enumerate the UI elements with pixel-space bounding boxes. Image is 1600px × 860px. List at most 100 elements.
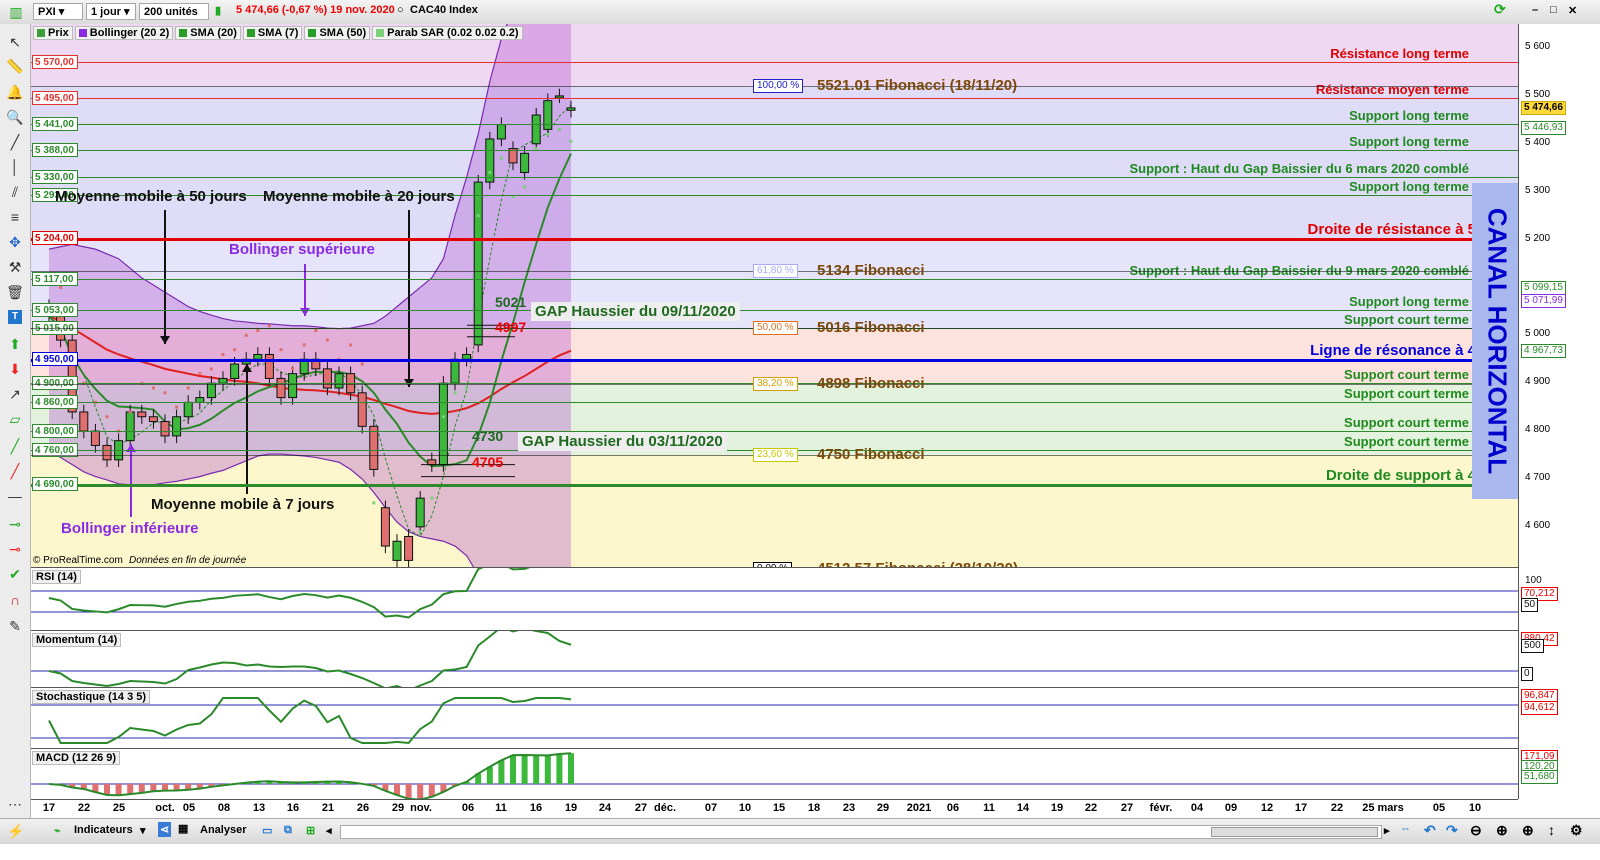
legend-item[interactable]: Prix [33, 26, 73, 40]
instrument-radio-icon[interactable]: ○ [397, 4, 404, 16]
top-toolbar: ▥ PXI ▾ 1 jour ▾ 200 unités ▾ ▮ 5 474,66… [0, 0, 1600, 35]
indicators-dropdown-icon[interactable]: ▾ [140, 824, 146, 837]
price-axis[interactable]: 5 6005 5005 4005 3005 2005 1005 0004 900… [1518, 24, 1600, 799]
macd-histogram-bar [533, 755, 540, 784]
support-line-icon[interactable]: ⊸ [5, 514, 25, 534]
symbol-select[interactable]: PXI ▾ [33, 3, 83, 20]
more-tools-icon[interactable]: ⋯ [5, 794, 25, 814]
time-tick: 25 [112, 802, 126, 814]
candle-body [172, 416, 182, 437]
scale-icon[interactable]: ↕ [1548, 822, 1555, 838]
candle-body [206, 382, 216, 399]
rsi-panel[interactable]: RSI (14) [31, 562, 1518, 625]
check-icon[interactable]: ✔ [5, 564, 25, 584]
rectangle-icon[interactable]: ▱ [5, 409, 25, 429]
scrollbar-thumb[interactable] [1211, 827, 1378, 837]
legend-item[interactable]: SMA (7) [242, 26, 303, 40]
cursor-icon[interactable]: ↖ [5, 32, 25, 52]
zoom-out-icon[interactable]: ⊖ [1470, 822, 1482, 839]
analyse-button[interactable]: Analyser [200, 824, 246, 836]
fibonacci-icon[interactable]: ≡ [5, 207, 25, 227]
price-tick: 5 300 [1525, 184, 1551, 196]
time-axis[interactable]: 17 22 25 oct. 05 08 13 16 21 26 29 nov. 06 11 16 19 24 27… [31, 799, 1518, 819]
scroll-right-icon[interactable]: ▸ [1384, 824, 1390, 837]
time-tick: 2021 [906, 802, 932, 814]
level-price-label: 5 570,00 [32, 55, 78, 70]
level-text: Support : Haut du Gap Baissier du 6 mars… [1129, 161, 1469, 177]
instrument-name: CAC40 Index [410, 4, 478, 16]
indicators-button[interactable]: Indicateurs [74, 824, 133, 836]
red-line-icon[interactable]: ╱ [5, 461, 25, 481]
vertical-line-icon[interactable]: │ [5, 157, 25, 177]
horizontal-line-icon[interactable]: — [5, 486, 25, 506]
arrow-down-icon[interactable]: ⬇ [5, 359, 25, 379]
green-line-icon[interactable]: ╱ [5, 436, 25, 456]
legend-item[interactable]: SMA (20) [175, 26, 241, 40]
macd-title: MACD (12 26 9) [32, 751, 121, 765]
magnet-icon[interactable]: ∩ [5, 590, 25, 610]
zoom-reset-icon[interactable]: ⊕ [1496, 822, 1508, 839]
gap2-bottom-value: 4705 [472, 454, 504, 470]
maximize-icon[interactable]: □ [1550, 4, 1557, 16]
chart-tools-icon[interactable]: ⚡ [6, 821, 26, 841]
arrow-line-icon[interactable]: ↗ [5, 384, 25, 404]
pen-icon[interactable]: ✎ [5, 616, 25, 636]
trash-icon[interactable]: 🗑 [5, 282, 25, 302]
zoom-in-icon[interactable]: ⊕ [1522, 822, 1534, 839]
price-chart[interactable]: 5 570,00 Résistance long terme 5 495,00 Rés… [31, 24, 1549, 580]
trendline-icon[interactable]: ╱ [5, 132, 25, 152]
screen-icon[interactable]: ▭ [262, 824, 272, 837]
close-icon[interactable]: ✕ [1568, 4, 1577, 17]
fit-icon[interactable]: ⇔ [1400, 823, 1411, 835]
sar-dot [128, 410, 132, 414]
ruler-icon[interactable]: 📏 [5, 56, 25, 76]
legend-swatch [179, 29, 188, 38]
redo-icon[interactable]: ↷ [1446, 822, 1458, 839]
minimize-icon[interactable]: – [1532, 4, 1538, 16]
level-line [31, 177, 1549, 179]
undo-icon[interactable]: ↶ [1424, 822, 1436, 839]
candle-body [288, 373, 298, 399]
text-icon[interactable]: T [8, 310, 22, 324]
price-info: 5 474,66 (-0,67 %) 19 nov. 2020 [236, 4, 395, 16]
gap1-top-value: 5021 [495, 294, 527, 310]
sar-dot [256, 329, 260, 333]
zoom-icon[interactable]: 🔍 [5, 107, 25, 127]
time-tick: 19 [564, 802, 578, 814]
candle-body [90, 430, 100, 446]
bottom-toolbar: ⚡ ⌁ Indicateurs ▾ ⋖ ▦ Analyser ▭ ⧉ ⊞ ◂ ▸… [0, 818, 1600, 844]
sar-dot [244, 333, 248, 337]
legend-item[interactable]: SMA (50) [304, 26, 371, 40]
settings-icon[interactable]: ⚙ [1570, 822, 1583, 839]
horizontal-scrollbar[interactable] [340, 825, 1382, 839]
level-line [31, 431, 1549, 433]
move-icon[interactable]: ✥ [5, 232, 25, 252]
resistance-line-icon[interactable]: ⊸ [5, 539, 25, 559]
level-price-label: 5 388,00 [32, 142, 78, 157]
legend-item[interactable]: Bollinger (20 2) [74, 26, 174, 40]
legend-item[interactable]: Parab SAR (0.02 0.02 0.2) [372, 26, 523, 40]
compare-icon[interactable]: ⧉ [284, 824, 292, 837]
share-icon[interactable]: ⋖ [158, 822, 172, 837]
period-select[interactable]: 1 jour ▾ [86, 3, 136, 20]
units-select[interactable]: 200 unités ▾ [139, 3, 209, 35]
sar-dot [105, 415, 109, 419]
channel-icon[interactable]: ⫽ [5, 182, 25, 202]
alert-bell-icon[interactable]: 🔔 [5, 82, 25, 102]
price-badge: 5 446,93 [1521, 121, 1566, 136]
macd-histogram-bar [405, 784, 412, 799]
macd-histogram-bar [544, 755, 551, 784]
pitchfork-icon[interactable]: ⚒ [5, 257, 25, 277]
chart-type-icon[interactable]: ▥ [6, 2, 26, 22]
gap1-bottom-value: 4997 [495, 319, 527, 335]
scroll-left-icon[interactable]: ◂ [326, 824, 332, 837]
time-tick: 16 [529, 802, 543, 814]
stochastic-panel[interactable]: Stochastique (14 3 5) [31, 687, 1518, 748]
add-chart-icon[interactable]: ⊞ [306, 824, 315, 837]
time-tick: 22 [1330, 802, 1344, 814]
macd-panel[interactable]: MACD (12 26 9) [31, 748, 1518, 801]
refresh-icon[interactable]: ⟳ [1494, 1, 1506, 18]
momentum-panel[interactable]: Momentum (14) [31, 625, 1518, 692]
level-price-label: 5 441,00 [32, 117, 78, 132]
arrow-up-icon[interactable]: ⬆ [5, 334, 25, 354]
